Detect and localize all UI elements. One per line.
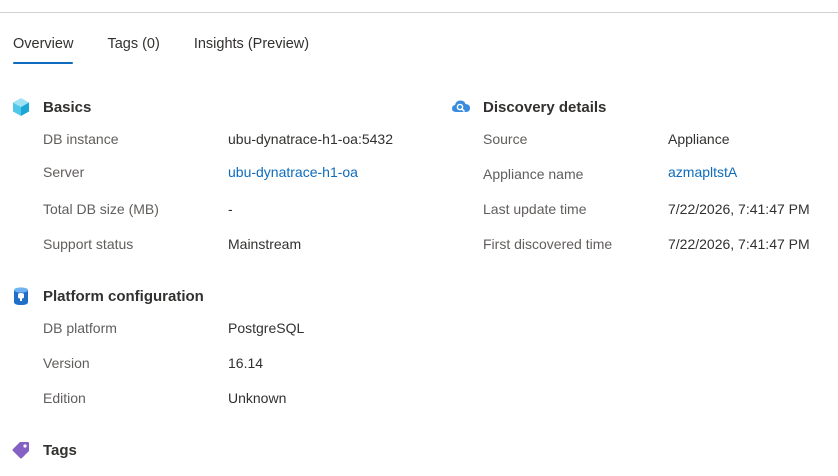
- basics-section: Basics DB instance ubu-dynatrace-h1-oa:5…: [13, 96, 433, 266]
- edition-label: Edition: [43, 390, 86, 406]
- top-divider: [0, 12, 838, 13]
- first-discovered-time-label: First discovered time: [483, 236, 613, 252]
- basics-row: Server ubu-dynatrace-h1-oa: [13, 162, 433, 182]
- tab-insights[interactable]: Insights (Preview): [194, 34, 309, 64]
- tags-section: Tags: [11, 439, 433, 463]
- support-status-value: Mainstream: [228, 236, 302, 252]
- tags-title: Tags: [43, 441, 77, 459]
- total-db-size-value: -: [228, 201, 233, 217]
- tab-overview[interactable]: Overview: [13, 34, 74, 64]
- db-instance-value: ubu-dynatrace-h1-oa:5432: [228, 131, 394, 147]
- db-platform-value: PostgreSQL: [228, 320, 305, 336]
- appliance-name-label: Appliance name: [483, 166, 584, 182]
- edition-value: Unknown: [228, 390, 287, 406]
- appliance-name-link[interactable]: azmapltstA: [668, 162, 737, 182]
- discovery-details-title: Discovery details: [483, 98, 607, 116]
- discovery-row: Appliance name azmapltstA: [453, 162, 833, 182]
- cloud-search-icon: [451, 97, 471, 117]
- server-link[interactable]: ubu-dynatrace-h1-oa: [228, 162, 358, 182]
- discovery-details-section: Discovery details Source Appliance Appli…: [451, 96, 833, 266]
- discovery-row: First discovered time 7/22/2026, 7:41:47…: [453, 234, 833, 254]
- platform-row: DB platform PostgreSQL: [13, 318, 433, 338]
- first-discovered-time-value: 7/22/2026, 7:41:47 PM: [668, 236, 810, 252]
- last-update-time-label: Last update time: [483, 201, 587, 217]
- total-db-size-label: Total DB size (MB): [43, 201, 159, 217]
- discovery-row: Source Appliance: [453, 129, 833, 149]
- version-value: 16.14: [228, 355, 264, 371]
- discovery-row: Last update time 7/22/2026, 7:41:47 PM: [453, 199, 833, 219]
- platform-row: Edition Unknown: [13, 388, 433, 408]
- db-instance-label: DB instance: [43, 131, 119, 147]
- basics-row: Total DB size (MB) -: [13, 199, 433, 219]
- cube-icon: [11, 97, 31, 117]
- database-icon: [11, 286, 31, 306]
- tab-bar: Overview Tags (0) Insights (Preview): [13, 34, 343, 64]
- basics-row: Support status Mainstream: [13, 234, 433, 254]
- basics-row: DB instance ubu-dynatrace-h1-oa:5432: [13, 129, 433, 149]
- tab-tags[interactable]: Tags (0): [107, 34, 159, 64]
- platform-row: Version 16.14: [13, 353, 433, 373]
- db-platform-label: DB platform: [43, 320, 117, 336]
- tag-icon: [11, 440, 31, 460]
- platform-configuration-title: Platform configuration: [43, 287, 204, 305]
- support-status-label: Support status: [43, 236, 134, 252]
- source-value: Appliance: [668, 131, 730, 147]
- source-label: Source: [483, 131, 528, 147]
- platform-configuration-section: Platform configuration DB platform Postg…: [13, 285, 433, 415]
- version-label: Version: [43, 355, 90, 371]
- basics-title: Basics: [43, 98, 92, 116]
- server-label: Server: [43, 164, 85, 180]
- last-update-time-value: 7/22/2026, 7:41:47 PM: [668, 201, 810, 217]
